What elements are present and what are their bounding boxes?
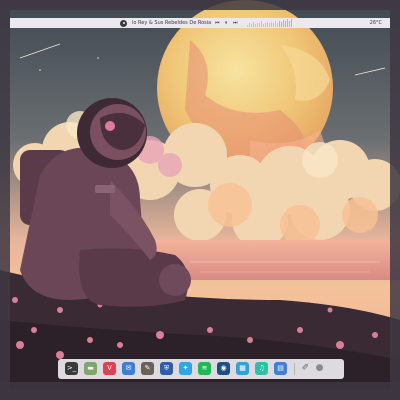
terminal-icon[interactable]: >_ xyxy=(65,362,78,375)
visualizer-bar xyxy=(291,19,293,27)
visualizer-bar xyxy=(263,24,265,27)
wallpaper xyxy=(0,0,400,400)
visualizer-bar xyxy=(271,22,273,27)
visualizer-bar xyxy=(273,23,275,27)
music-icon[interactable]: ♫ xyxy=(255,362,268,375)
visualizer-bar xyxy=(267,22,269,27)
spotify-icon[interactable]: ≋ xyxy=(198,362,211,375)
album-art-icon[interactable] xyxy=(120,19,127,27)
files-icon[interactable]: ▬ xyxy=(84,362,97,375)
bird-icon[interactable]: ✦ xyxy=(179,362,192,375)
visualizer-bar xyxy=(277,23,279,27)
visualizer-bar xyxy=(281,22,283,27)
visualizer-bar xyxy=(279,21,281,27)
dock-separator xyxy=(294,363,295,375)
app-grid-icon[interactable]: ▦ xyxy=(236,362,249,375)
screen-bezel-bottom xyxy=(0,382,400,400)
mail-icon[interactable]: ✉ xyxy=(122,362,135,375)
audio-visualizer xyxy=(247,19,293,27)
visualizer-bar xyxy=(259,23,261,27)
visualizer-bar xyxy=(287,19,289,27)
trash-icon[interactable]: ● xyxy=(313,362,326,375)
gimp-icon[interactable]: ✎ xyxy=(141,362,154,375)
weather-temperature[interactable]: 26°C xyxy=(370,18,382,28)
now-playing-title[interactable]: lo Rey & Sus Rebeldes De Rosia xyxy=(132,20,211,26)
visualizer-bar xyxy=(249,23,251,27)
previous-track-button[interactable]: ⏮ xyxy=(214,18,220,28)
vivaldi-icon[interactable]: V xyxy=(103,362,116,375)
visualizer-bar xyxy=(275,21,277,27)
visualizer-bar xyxy=(255,24,257,27)
color-picker-icon[interactable]: ✐ xyxy=(299,362,312,375)
visualizer-bar xyxy=(257,23,259,27)
visualizer-bar xyxy=(283,20,285,27)
visualizer-bar xyxy=(265,23,267,27)
steam-icon[interactable]: ◉ xyxy=(217,362,230,375)
visualizer-bar xyxy=(253,22,255,27)
pause-button[interactable]: ⏸ xyxy=(223,18,229,28)
security-icon[interactable]: ⛨ xyxy=(160,362,173,375)
visualizer-bar xyxy=(261,21,263,27)
media-player[interactable]: lo Rey & Sus Rebeldes De Rosia ⏮ ⏸ ⏭ xyxy=(120,18,293,28)
visualizer-bar xyxy=(285,21,287,27)
next-track-button[interactable]: ⏭ xyxy=(232,18,238,28)
visualizer-bar xyxy=(251,24,253,27)
visualizer-bar xyxy=(289,21,291,27)
dock: >_ ▬ V ✉ ✎ ⛨ ✦ ≋ ◉ ▦ ♫ ▤ ✐ ● xyxy=(58,359,344,379)
document-icon[interactable]: ▤ xyxy=(274,362,287,375)
visualizer-bar xyxy=(269,23,271,27)
visualizer-bar xyxy=(247,25,249,27)
top-panel: lo Rey & Sus Rebeldes De Rosia ⏮ ⏸ ⏭ 26°… xyxy=(10,18,390,28)
